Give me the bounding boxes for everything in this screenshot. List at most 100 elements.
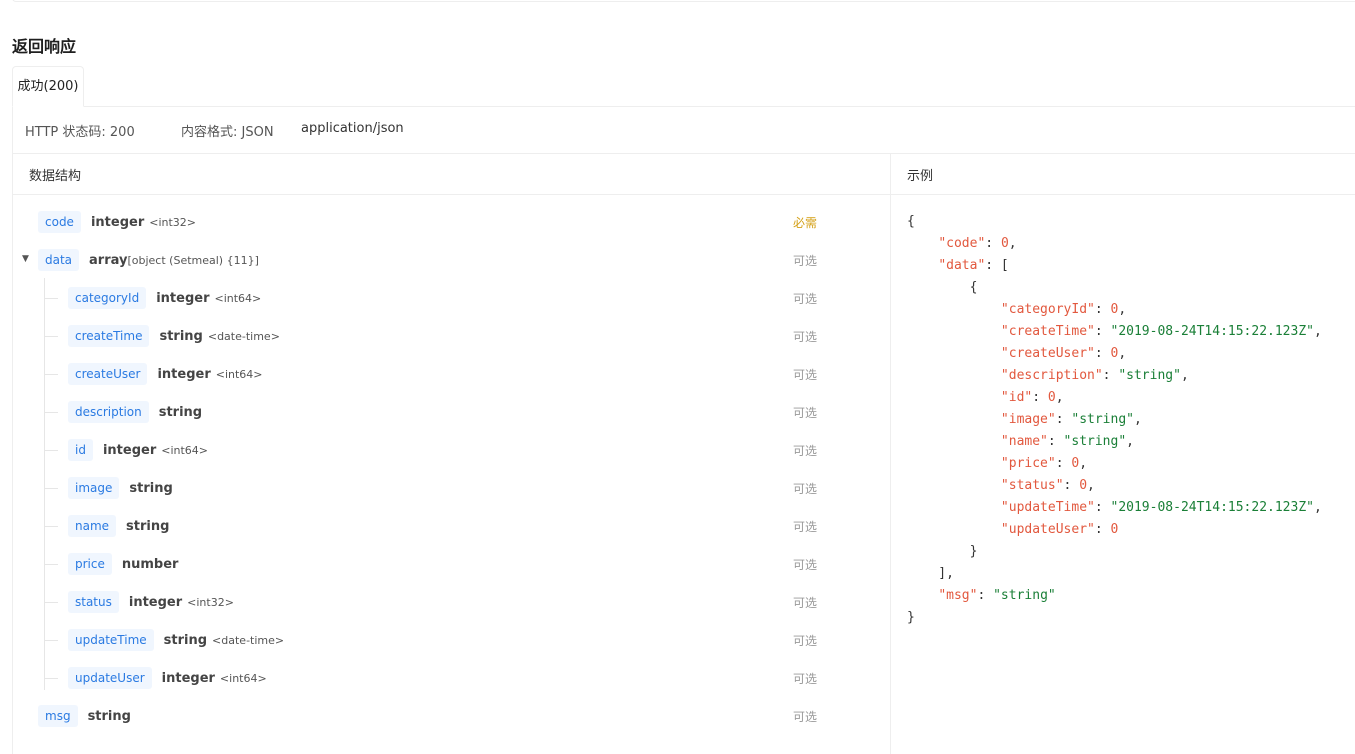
schema-field-row: id integer <int64> (68, 437, 208, 463)
json-value-image: "string" (1071, 412, 1134, 427)
json-value-updateUser: 0 (1110, 522, 1119, 537)
json-value-id: 0 (1047, 390, 1056, 405)
tree-branch-line (44, 488, 58, 489)
field-name-tag: price (68, 553, 112, 575)
field-type: integer (102, 442, 157, 458)
json-value-price: 0 (1071, 456, 1080, 471)
json-value-description: "string" (1118, 368, 1181, 383)
field-format: <date-time> (207, 329, 280, 343)
tree-branch-line (44, 564, 58, 565)
tree-branch-line (44, 640, 58, 641)
field-name-tag: msg (38, 705, 78, 727)
schema-field-row: createTime string <date-time> (68, 323, 280, 349)
json-value-status: 0 (1079, 478, 1088, 493)
field-required-status: 可选 (793, 558, 818, 572)
field-type: integer (161, 670, 215, 686)
json-example: { "code": 0, "data": [ { "categoryId": 0… (907, 214, 1322, 625)
field-name-tag: createTime (68, 325, 150, 347)
field-type: array (89, 252, 128, 268)
field-required-status: 可选 (793, 672, 818, 686)
content-format: 内容格式: JSON (181, 125, 274, 140)
schema-header: 数据结构 (29, 169, 82, 184)
tree-guide-line (44, 278, 45, 690)
tree-branch-line (44, 298, 58, 299)
field-type: string (163, 632, 208, 648)
schema-field-row: updateTime string <date-time> (68, 627, 284, 653)
field-required-status: 必需 (793, 216, 818, 230)
field-format: <int32> (187, 595, 234, 609)
json-value-categoryId: 0 (1110, 302, 1119, 317)
field-format: <date-time> (212, 633, 285, 647)
field-name-tag: image (68, 477, 120, 499)
field-name-tag: categoryId (68, 287, 147, 309)
field-name-tag: updateUser (68, 667, 152, 689)
field-name-tag: createUser (68, 363, 148, 385)
field-required-status: 可选 (793, 254, 818, 268)
tree-branch-line (44, 374, 58, 375)
schema-field-row[interactable]: data array [object (Setmeal) {11}] (38, 247, 259, 273)
http-status-code: HTTP 状态码: 200 (25, 125, 135, 140)
field-name-tag: description (68, 401, 149, 423)
tree-branch-line (44, 336, 58, 337)
field-required-status: 可选 (793, 292, 818, 306)
field-name-tag: id (68, 439, 93, 461)
json-value-createUser: 0 (1110, 346, 1119, 361)
field-required-status: 可选 (793, 368, 818, 382)
field-name-tag: status (68, 591, 119, 613)
field-type: string (126, 518, 170, 534)
divider (13, 194, 1355, 195)
field-required-status: 可选 (793, 444, 818, 458)
schema-field-row: name string (68, 513, 169, 539)
field-type: string (87, 708, 131, 724)
field-format: [object (Setmeal) {11}] (127, 253, 259, 267)
tab-success-200[interactable]: 成功(200) (12, 66, 84, 107)
field-format: <int32> (149, 215, 197, 229)
field-format: <int64> (215, 367, 263, 381)
field-required-status: 可选 (793, 596, 818, 610)
schema-field-row: status integer <int32> (68, 589, 234, 615)
field-name-tag: updateTime (68, 629, 154, 651)
schema-field-row: createUser integer <int64> (68, 361, 263, 387)
schema-field-row: categoryId integer <int64> (68, 285, 261, 311)
json-value-updateTime: "2019-08-24T14:15:22.123Z" (1110, 500, 1315, 515)
field-required-status: 可选 (793, 634, 818, 648)
section-title: 返回响应 (12, 37, 77, 56)
collapse-caret-icon[interactable]: ▼ (22, 254, 29, 264)
tree-branch-line (44, 412, 58, 413)
schema-field-row: msg string (38, 703, 131, 729)
schema-field-row: updateUser integer <int64> (68, 665, 267, 691)
field-name-tag: data (38, 249, 80, 271)
json-value-code: 0 (1000, 236, 1009, 251)
field-format: <int64> (161, 443, 209, 457)
schema-field-row: description string (68, 399, 202, 425)
field-type: integer (128, 594, 183, 610)
field-format: <int64> (214, 291, 262, 305)
field-required-status: 可选 (793, 482, 818, 496)
field-type: integer (157, 366, 211, 382)
tree-branch-line (44, 678, 58, 679)
field-type: string (159, 328, 203, 344)
example-header: 示例 (907, 169, 934, 184)
content-type: application/json (301, 121, 404, 136)
response-meta: HTTP 状态码: 200 内容格式: JSON application/jso… (25, 121, 404, 140)
field-type: integer (156, 290, 210, 306)
schema-field-row: price number (68, 551, 178, 577)
field-type: string (158, 404, 203, 420)
field-required-status: 可选 (793, 330, 818, 344)
schema-field-row: image string (68, 475, 173, 501)
field-required-status: 可选 (793, 710, 818, 724)
json-value-msg: "string" (993, 588, 1056, 603)
field-type: number (121, 556, 179, 572)
field-name-tag: name (68, 515, 117, 537)
tree-branch-line (44, 450, 58, 451)
field-name-tag: code (38, 211, 81, 233)
tree-branch-line (44, 602, 58, 603)
field-type: string (129, 480, 173, 496)
previous-section-border (12, 0, 1355, 2)
schema-field-row: code integer <int32> (38, 209, 196, 235)
field-format: <int64> (219, 671, 267, 685)
divider (13, 153, 1355, 154)
field-required-status: 可选 (793, 520, 818, 534)
json-value-name: "string" (1063, 434, 1127, 449)
column-divider (890, 154, 891, 754)
